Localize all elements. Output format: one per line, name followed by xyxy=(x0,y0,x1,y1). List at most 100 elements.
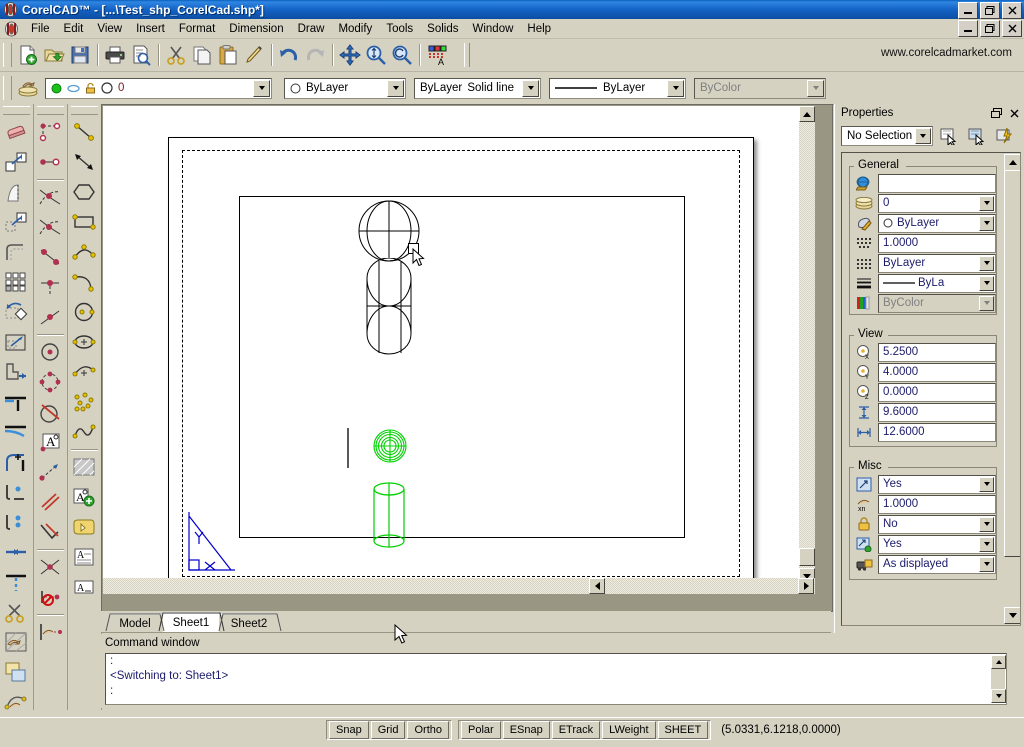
simple-text-tool-icon[interactable]: A xyxy=(68,572,99,602)
print-icon[interactable] xyxy=(102,42,128,68)
match-properties-icon[interactable] xyxy=(241,42,267,68)
lineweight-field[interactable]: ByLa xyxy=(878,274,996,293)
split-tool-icon[interactable] xyxy=(0,597,31,627)
stretch-tool-icon[interactable] xyxy=(0,357,31,387)
lineweight-combo-arrow[interactable] xyxy=(667,80,684,97)
linetype-combo[interactable]: ByLayer Solid line xyxy=(414,78,541,99)
line-tool-icon[interactable] xyxy=(34,147,65,177)
cylinder-entity[interactable] xyxy=(349,258,429,358)
palette1-grip[interactable] xyxy=(3,106,30,115)
status-button-sheet[interactable]: SHEET xyxy=(658,721,709,739)
lineweight-field-arrow[interactable] xyxy=(979,276,994,291)
dimension-linear-tool-icon[interactable] xyxy=(34,487,65,517)
mirror-tool-icon[interactable] xyxy=(0,177,31,207)
trim-tool-icon[interactable] xyxy=(0,387,31,417)
status-button-etrack[interactable]: ETrack xyxy=(552,721,600,739)
palette2-grip[interactable] xyxy=(37,106,64,115)
circle-center-tool-icon[interactable] xyxy=(68,297,99,327)
properties-scroll-up-button[interactable] xyxy=(1004,154,1021,171)
command-scrollbar[interactable] xyxy=(991,655,1005,703)
menu-item-draw[interactable]: Draw xyxy=(291,21,332,37)
vscroll-track[interactable] xyxy=(799,106,815,594)
scroll-up-button[interactable] xyxy=(799,106,815,122)
offset-tool-icon[interactable] xyxy=(0,237,31,267)
arc-3point-tool-icon[interactable] xyxy=(68,237,99,267)
scale-tool-icon[interactable] xyxy=(0,327,31,357)
color-combo-arrow[interactable] xyxy=(387,80,404,97)
center-x-field[interactable]: 5.2500 xyxy=(878,343,996,362)
layer-combo-arrow[interactable] xyxy=(253,80,270,97)
plot-style-field[interactable]: As displayed xyxy=(878,555,996,574)
copy-tool-icon[interactable] xyxy=(0,147,31,177)
ellipse-tool-icon[interactable] xyxy=(68,327,99,357)
edit-spline-tool-icon[interactable] xyxy=(0,687,31,717)
menu-item-solids[interactable]: Solids xyxy=(420,21,465,37)
canvas-horizontal-scrollbar[interactable] xyxy=(103,578,815,594)
point-cloud-tool-icon[interactable] xyxy=(68,387,99,417)
lock-field-arrow[interactable] xyxy=(979,517,994,532)
properties-close-button[interactable] xyxy=(1007,106,1021,120)
multiline-text-tool-icon[interactable]: A xyxy=(68,542,99,572)
polygon-tool-icon[interactable] xyxy=(68,177,99,207)
menu-item-file[interactable]: File xyxy=(24,21,57,37)
mdi-close-button[interactable] xyxy=(1002,20,1022,37)
annotation-scale-field[interactable]: Yes xyxy=(878,475,996,494)
erase-tool-icon[interactable] xyxy=(0,117,31,147)
break-tool-icon[interactable] xyxy=(0,567,31,597)
leader-tool-icon[interactable] xyxy=(34,457,65,487)
view-width-field[interactable]: 12.6000 xyxy=(878,423,996,442)
region-tool-icon[interactable] xyxy=(68,512,99,542)
plot-style-arrow[interactable] xyxy=(979,557,994,572)
linetype-combo-arrow[interactable] xyxy=(522,80,539,97)
touch-tool-icon[interactable] xyxy=(34,617,65,647)
zoom-previous-icon[interactable] xyxy=(389,42,415,68)
explode-tool-icon[interactable] xyxy=(0,507,31,537)
properties-scroll-thumb[interactable] xyxy=(1004,170,1021,557)
command-scroll-down-button[interactable] xyxy=(991,689,1006,703)
drawing-canvas[interactable] xyxy=(103,106,815,594)
selected-torus-entity[interactable] xyxy=(372,428,408,464)
scale-factor-field[interactable]: 1.0000 xyxy=(878,495,996,514)
menu-item-edit[interactable]: Edit xyxy=(57,21,91,37)
status-button-ortho[interactable]: Ortho xyxy=(407,721,449,739)
paste-icon[interactable] xyxy=(215,42,241,68)
palette3-grip[interactable] xyxy=(71,106,98,115)
ray-tool-icon[interactable] xyxy=(34,212,65,242)
restore-button[interactable] xyxy=(980,2,1000,19)
linetype-field[interactable]: ByLayer xyxy=(878,254,996,273)
construction-line-tool-icon[interactable] xyxy=(34,242,65,272)
pattern-tool-icon[interactable] xyxy=(0,267,31,297)
redo-icon[interactable] xyxy=(302,42,328,68)
toolbar-grip[interactable] xyxy=(3,43,12,67)
rectangle-tool-icon[interactable] xyxy=(68,207,99,237)
add-text-tool-icon[interactable]: A xyxy=(68,482,99,512)
layer-manager-icon[interactable] xyxy=(15,75,43,101)
menu-item-dimension[interactable]: Dimension xyxy=(222,21,290,37)
menu-item-help[interactable]: Help xyxy=(520,21,558,37)
infinite-line-tool-icon[interactable] xyxy=(34,182,65,212)
pickadd-button[interactable] xyxy=(993,124,1017,148)
vscroll-thumb[interactable] xyxy=(799,548,815,566)
point-tool-icon[interactable] xyxy=(34,117,65,147)
text-tool-icon[interactable]: A xyxy=(34,427,65,457)
menu-item-format[interactable]: Format xyxy=(172,21,222,37)
save-icon[interactable] xyxy=(67,42,93,68)
polyline-tool-icon[interactable] xyxy=(34,302,65,332)
xline-tool-icon[interactable] xyxy=(34,272,65,302)
command-window-box[interactable]: : <Switching to: Sheet1> : xyxy=(105,653,1007,705)
layer-combo[interactable]: 0 xyxy=(45,78,272,99)
display-locked-arrow[interactable] xyxy=(979,537,994,552)
properties-undock-button[interactable] xyxy=(989,106,1003,120)
rotate-tool-icon[interactable] xyxy=(0,297,31,327)
hatch-tool-icon[interactable] xyxy=(68,452,99,482)
point-marker-tool-icon[interactable] xyxy=(34,552,65,582)
zoom-icon[interactable] xyxy=(363,42,389,68)
viewport-rectangle[interactable] xyxy=(239,196,685,538)
lineweight-combo[interactable]: ByLayer xyxy=(549,78,686,99)
mdi-minimize-button[interactable] xyxy=(958,20,978,37)
fillet-tool-icon[interactable] xyxy=(0,447,31,477)
color-field-arrow[interactable] xyxy=(979,216,994,231)
dimension-angular-tool-icon[interactable] xyxy=(34,517,65,547)
select-similar-button[interactable] xyxy=(965,124,989,148)
cancel-tool-icon[interactable] xyxy=(34,582,65,612)
